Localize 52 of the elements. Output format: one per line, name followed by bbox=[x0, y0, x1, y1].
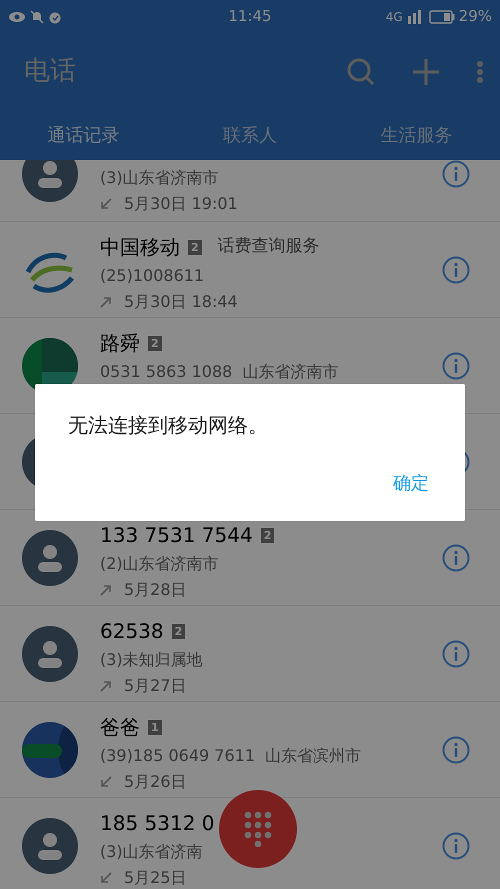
network-type: 4G bbox=[386, 8, 403, 26]
person-avatar-icon bbox=[22, 530, 78, 586]
call-row[interactable]: 中国移动 2 话费查询服务 (25)1008611 5月30日 18:44 bbox=[0, 222, 500, 318]
call-detail: (3)未知归属地 bbox=[100, 649, 204, 671]
call-detail: (3)山东省济南 bbox=[100, 841, 204, 863]
info-icon[interactable] bbox=[442, 832, 470, 860]
call-detail: (39)185 0649 7611 山东省滨州市 bbox=[100, 745, 362, 767]
call-row[interactable]: (3)山东省济南市 5月30日 19:01 bbox=[0, 160, 500, 222]
contact-name: 62538 bbox=[100, 618, 164, 645]
call-time: 5月27日 bbox=[124, 675, 187, 697]
info-icon[interactable] bbox=[442, 736, 470, 764]
call-time: 5月26日 bbox=[124, 771, 187, 793]
alarm-icon bbox=[48, 10, 62, 24]
person-avatar-icon bbox=[22, 818, 78, 874]
more-icon[interactable] bbox=[476, 60, 484, 84]
call-time: 5月25日 bbox=[124, 867, 187, 889]
app-title: 电话 bbox=[24, 55, 77, 88]
contact-name: 爸爸 bbox=[100, 714, 140, 741]
bell-off-icon bbox=[30, 10, 44, 24]
sim-badge: 2 bbox=[260, 528, 274, 542]
call-detail: (25)1008611 bbox=[100, 265, 206, 287]
info-icon[interactable] bbox=[442, 160, 470, 188]
battery-icon bbox=[428, 10, 455, 24]
sim-badge: 2 bbox=[188, 240, 202, 254]
call-time: 5月28日 bbox=[124, 579, 187, 601]
clock: 11:45 bbox=[227, 6, 273, 28]
dialpad-icon bbox=[244, 811, 272, 847]
person-avatar-icon bbox=[22, 626, 78, 682]
sim-badge: 2 bbox=[172, 624, 186, 638]
call-detail: 0531 5863 1088 山东省济南市 bbox=[100, 361, 340, 383]
call-row[interactable]: 62538 2 (3)未知归属地 5月27日 bbox=[0, 606, 500, 702]
search-icon[interactable] bbox=[346, 56, 376, 86]
call-detail: (2)山东省济南市 bbox=[100, 553, 220, 575]
contact-name: 185 5312 0 bbox=[100, 810, 215, 837]
eye-icon bbox=[8, 10, 26, 22]
info-icon[interactable] bbox=[442, 544, 470, 572]
call-time: 5月30日 19:01 bbox=[124, 193, 238, 215]
dialog-message: 无法连接到移动网络。 bbox=[68, 412, 269, 439]
info-icon[interactable] bbox=[442, 256, 470, 284]
call-detail: (3)山东省济南市 bbox=[100, 167, 220, 189]
service-tag: 话费查询服务 bbox=[218, 234, 320, 260]
contact-name: 路舜 bbox=[100, 330, 140, 357]
info-icon[interactable] bbox=[442, 352, 470, 380]
add-icon[interactable] bbox=[412, 58, 440, 86]
contact-name: 133 7531 7544 bbox=[100, 522, 253, 549]
sim-badge: 1 bbox=[148, 720, 162, 734]
battery-percent: 29% bbox=[458, 6, 492, 28]
person-avatar-icon bbox=[22, 160, 78, 202]
contact-name: 中国移动 bbox=[100, 234, 180, 261]
info-icon[interactable] bbox=[442, 640, 470, 668]
sim-badge: 2 bbox=[148, 336, 162, 350]
call-time: 5月30日 18:44 bbox=[124, 291, 238, 313]
